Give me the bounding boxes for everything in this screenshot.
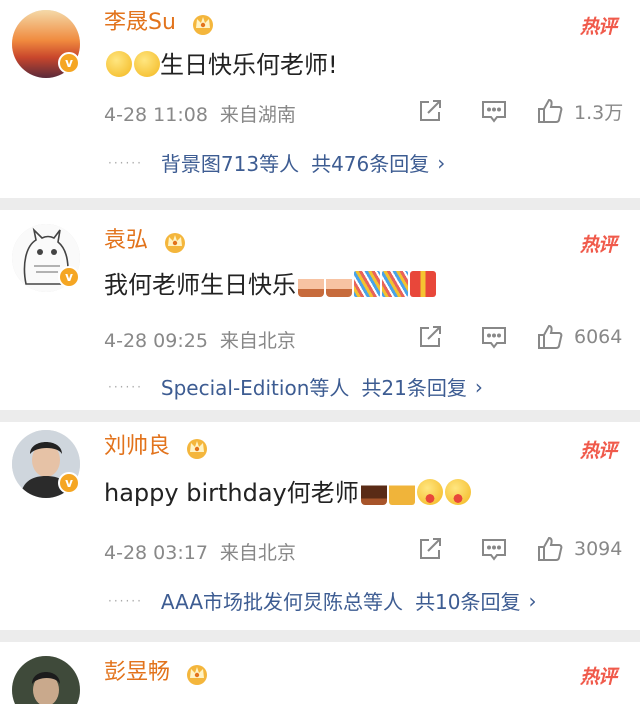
hot-comment-badge: 热评: [579, 440, 617, 462]
reply-users[interactable]: AAA市场批发何炅陈总等人: [161, 586, 403, 615]
cake-emoji: [326, 271, 352, 297]
hot-comment-badge: 热评: [579, 16, 617, 38]
face-emoji: [106, 51, 132, 77]
crown-icon: [165, 233, 186, 253]
comment-meta: 4-28 03:17 来自北京: [104, 538, 296, 565]
hot-comment-badge: 热评: [579, 666, 617, 688]
share-icon: [420, 538, 441, 559]
cake-emoji: [298, 271, 324, 297]
comment-text: 生日快乐何老师!: [104, 48, 338, 82]
comment-date: 4-28 03:17: [104, 542, 208, 564]
crown-icon: [192, 15, 213, 35]
comment-body: 生日快乐何老师!: [160, 51, 338, 79]
confetti-emoji: [354, 271, 380, 297]
tongue-emoji: [444, 479, 471, 505]
author-label[interactable]: 袁弘: [104, 228, 148, 253]
comment-feed: v 李晟Su 热评 生日快乐何老师! 4-28 11:08 来自湖南 1.3万 …: [0, 0, 640, 704]
replies-link[interactable]: ······ Special-Edition等人 共21条回复 ›: [108, 372, 483, 401]
share-icon: [420, 326, 441, 347]
like-count: 1.3万: [574, 101, 624, 124]
reply-total[interactable]: 共21条回复: [361, 372, 466, 401]
comment-body: 我何老师生日快乐: [104, 271, 296, 299]
comment-button[interactable]: [480, 534, 508, 564]
verified-icon: v: [58, 472, 80, 494]
chevron-right-icon: ›: [437, 150, 446, 175]
thumbs-up-icon: [538, 324, 563, 349]
gift-emoji: [410, 271, 436, 297]
comment-card: v 刘帅良 热评 happy birthday何老师 4-28 03:17 来自北…: [0, 422, 640, 630]
verified-icon: v: [58, 266, 80, 288]
comment-meta: 4-28 11:08 来自湖南: [104, 100, 296, 127]
reply-total[interactable]: 共10条回复: [415, 586, 520, 615]
share-button[interactable]: [416, 534, 444, 564]
author-label[interactable]: 彭昱畅: [104, 660, 170, 685]
comment-icon: [482, 539, 506, 561]
comment-location: 来自湖南: [219, 104, 296, 126]
reply-dots: ······: [108, 593, 143, 608]
comment-card: 彭昱畅 热评: [0, 642, 640, 704]
crown-icon: [187, 665, 208, 685]
like-button[interactable]: 3094: [536, 534, 622, 564]
replies-link[interactable]: ······ AAA市场批发何炅陈总等人 共10条回复 ›: [108, 586, 537, 615]
like-button[interactable]: 1.3万: [536, 96, 623, 126]
tongue-emoji: [416, 479, 443, 505]
share-button[interactable]: [416, 96, 444, 126]
comment-icon: [482, 327, 506, 349]
face-emoji: [134, 51, 160, 77]
reply-users[interactable]: Special-Edition等人: [161, 372, 349, 401]
share-button[interactable]: [416, 322, 444, 352]
like-count: 3094: [574, 538, 623, 560]
replies-link[interactable]: ······ 背景图713等人 共476条回复 ›: [108, 148, 445, 177]
hot-comment-badge: 热评: [579, 234, 617, 256]
reply-total[interactable]: 共476条回复: [311, 148, 429, 177]
share-icon: [420, 100, 441, 121]
comment-card: v 袁弘 热评 我何老师生日快乐 4-28 09:25 来自北京 6064 ··…: [0, 210, 640, 410]
chevron-right-icon: ›: [474, 374, 483, 399]
comment-location: 来自北京: [219, 330, 296, 352]
crown-icon: [187, 439, 208, 459]
comment-body: happy birthday何老师: [104, 479, 359, 507]
reply-users[interactable]: 背景图713等人: [161, 148, 299, 177]
author-name[interactable]: 袁弘: [104, 226, 189, 256]
avatar[interactable]: [12, 656, 80, 704]
thumbs-up-icon: [538, 98, 563, 123]
comment-button[interactable]: [480, 322, 508, 352]
reply-dots: ······: [108, 379, 143, 394]
author-label[interactable]: 刘帅良: [104, 434, 170, 459]
verified-icon: v: [58, 52, 80, 74]
author-name[interactable]: 李晟Su: [104, 8, 217, 38]
confetti-emoji: [382, 271, 408, 297]
like-button[interactable]: 6064: [536, 322, 622, 352]
comment-date: 4-28 09:25: [104, 330, 208, 352]
comment-text: 我何老师生日快乐: [104, 268, 436, 302]
author-label[interactable]: 李晟Su: [104, 10, 176, 35]
cheers-emoji: [388, 479, 415, 505]
author-name[interactable]: 彭昱畅: [104, 658, 211, 688]
reply-dots: ······: [108, 155, 143, 170]
comment-date: 4-28 11:08: [104, 104, 208, 126]
comment-card: v 李晟Su 热评 生日快乐何老师! 4-28 11:08 来自湖南 1.3万 …: [0, 0, 640, 198]
comment-location: 来自北京: [219, 542, 296, 564]
thumbs-up-icon: [538, 536, 563, 561]
comment-meta: 4-28 09:25 来自北京: [104, 326, 296, 353]
author-name[interactable]: 刘帅良: [104, 432, 211, 462]
comment-text: happy birthday何老师: [104, 476, 471, 510]
like-count: 6064: [574, 326, 623, 348]
chevron-right-icon: ›: [528, 588, 537, 613]
cake-emoji: [360, 479, 387, 505]
comment-button[interactable]: [480, 96, 508, 126]
comment-icon: [482, 101, 506, 123]
